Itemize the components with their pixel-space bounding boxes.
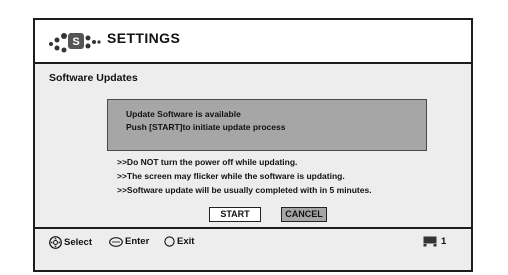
note-duration-info: >>Software update will be usually comple…	[117, 185, 372, 195]
section-title: Software Updates	[49, 72, 138, 84]
svg-text:S: S	[72, 36, 79, 48]
update-message-box: Update Software is available Push [START…	[107, 99, 427, 151]
page-number: 1	[441, 236, 447, 247]
cancel-button[interactable]: CANCEL	[281, 207, 327, 222]
page-icon	[423, 236, 437, 247]
footer-select-hint: Select	[49, 236, 92, 249]
footer-exit-label: Exit	[177, 236, 195, 247]
message-line-available: Update Software is available	[126, 109, 241, 119]
footer-enter-label: Enter	[125, 236, 150, 247]
footer-enter-hint: Enter	[109, 236, 149, 247]
footer-divider	[35, 227, 471, 229]
exit-circle-icon	[164, 236, 175, 247]
start-button[interactable]: START	[209, 207, 261, 222]
note-flicker-warning: >>The screen may flicker while the softw…	[117, 171, 345, 181]
header-bar: S SETTINGS	[35, 20, 471, 64]
page-title: SETTINGS	[107, 30, 181, 46]
footer-select-label: Select	[64, 237, 92, 248]
dpad-icon	[49, 236, 62, 249]
note-power-warning: >>Do NOT turn the power off while updati…	[117, 157, 298, 167]
settings-screen: S SETTINGS Software Updates Update Softw…	[33, 18, 473, 272]
footer-exit-hint: Exit	[164, 236, 194, 247]
page-indicator: 1	[423, 236, 446, 247]
enter-button-icon	[109, 236, 123, 247]
settings-dots-icon: S	[49, 33, 101, 53]
message-line-instruction: Push [START]to initiate update process	[126, 122, 286, 132]
